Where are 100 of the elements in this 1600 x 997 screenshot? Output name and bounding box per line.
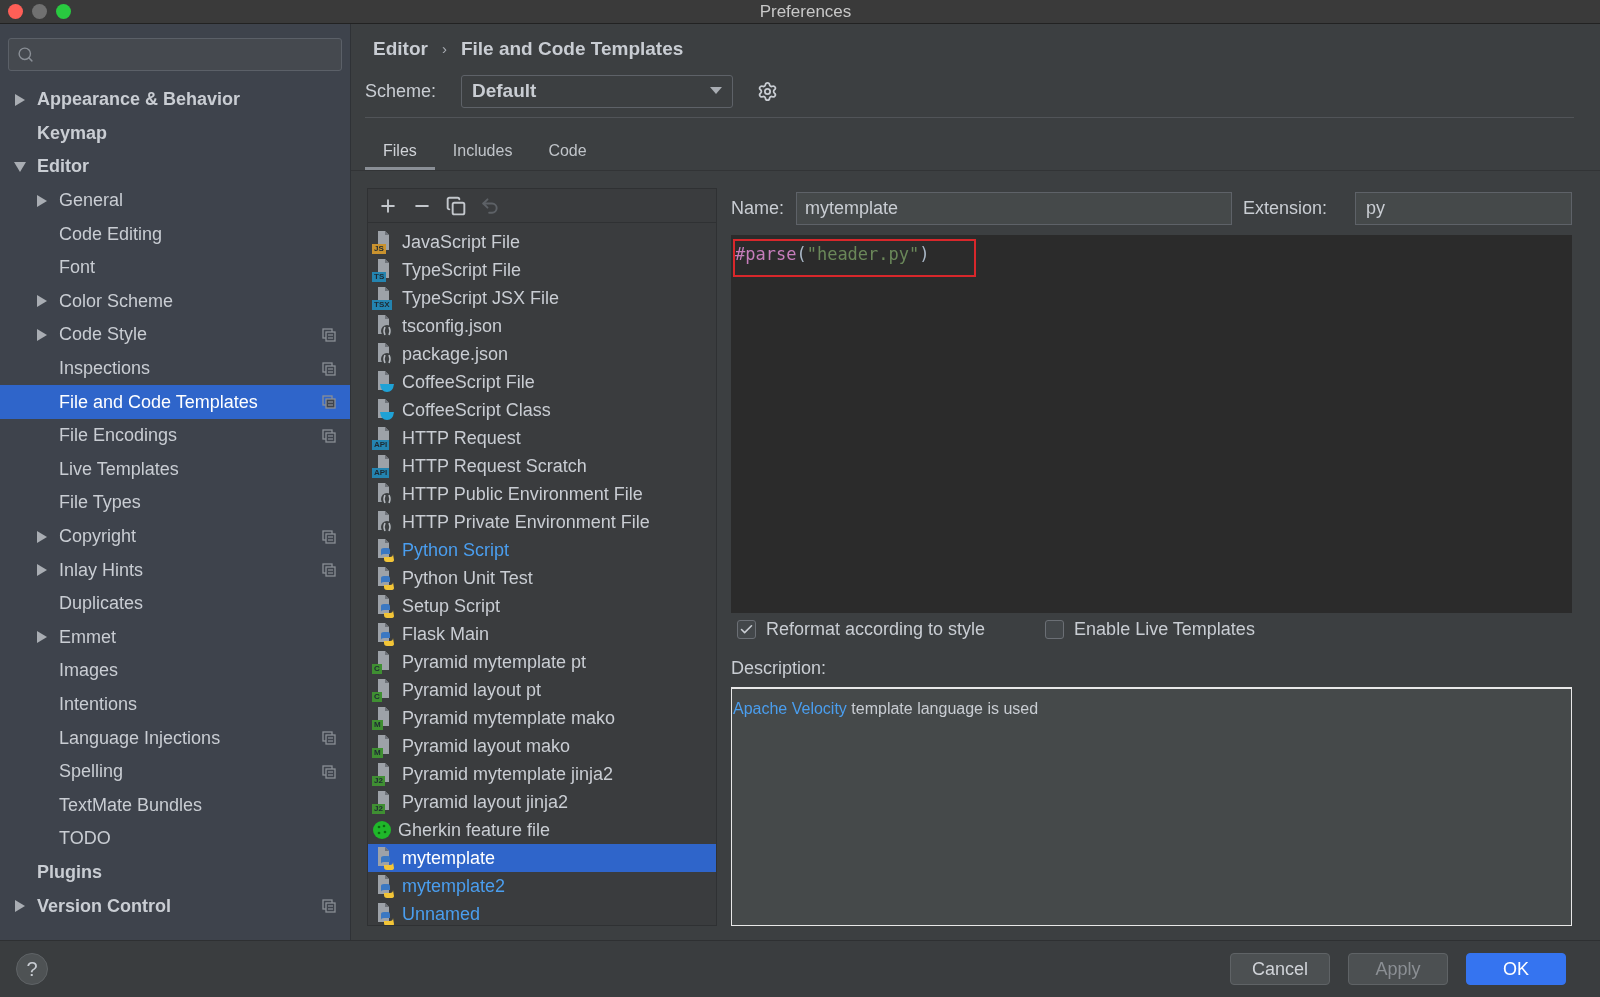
collapsed-arrow-icon[interactable] bbox=[36, 328, 48, 341]
template-item[interactable]: Flask Main bbox=[368, 620, 716, 648]
tree-item[interactable]: General bbox=[0, 183, 350, 218]
template-item[interactable]: package.json bbox=[368, 340, 716, 368]
template-item[interactable]: tsconfig.json bbox=[368, 312, 716, 340]
template-item[interactable]: TS TypeScript File bbox=[368, 256, 716, 284]
breadcrumb-item: Editor bbox=[373, 36, 428, 61]
tab[interactable]: Code bbox=[530, 135, 605, 170]
tree-item[interactable]: Color Scheme bbox=[0, 284, 350, 319]
template-item[interactable]: J2 Pyramid mytemplate jinja2 bbox=[368, 760, 716, 788]
template-item[interactable]: JS JavaScript File bbox=[368, 228, 716, 256]
minimize-window-button[interactable] bbox=[32, 4, 47, 19]
tree-item[interactable]: Plugins bbox=[0, 855, 350, 890]
extension-field[interactable]: py bbox=[1355, 191, 1572, 225]
tree-item[interactable]: Duplicates bbox=[0, 586, 350, 621]
copy-icon bbox=[322, 731, 336, 746]
template-item[interactable]: C Pyramid mytemplate pt bbox=[368, 648, 716, 676]
checkbox-option[interactable]: Enable Live Templates bbox=[1045, 615, 1255, 643]
template-item[interactable]: M Pyramid mytemplate mako bbox=[368, 704, 716, 732]
tree-item-label: Color Scheme bbox=[59, 289, 174, 313]
zoom-window-button[interactable] bbox=[56, 4, 71, 19]
template-item[interactable]: TSX TypeScript JSX File bbox=[368, 284, 716, 312]
search-icon bbox=[17, 46, 34, 63]
file-type-badge: C bbox=[372, 692, 382, 702]
template-item[interactable]: API HTTP Request Scratch bbox=[368, 452, 716, 480]
tree-item[interactable]: Keymap bbox=[0, 116, 350, 151]
tree-item[interactable]: Images bbox=[0, 654, 350, 688]
copy-icon bbox=[322, 529, 336, 544]
search-field[interactable] bbox=[8, 38, 342, 71]
collapsed-arrow-icon[interactable] bbox=[36, 631, 48, 644]
tree-item[interactable]: Inspections bbox=[0, 351, 350, 386]
tree-item-label: General bbox=[59, 189, 124, 213]
velocity-link[interactable]: Apache Velocity bbox=[733, 700, 847, 717]
tree-item-label: Code Editing bbox=[59, 222, 163, 246]
file-icon bbox=[378, 651, 389, 670]
collapsed-arrow-icon[interactable] bbox=[14, 93, 26, 106]
window-title: Preferences bbox=[759, 0, 852, 23]
collapsed-arrow-icon[interactable] bbox=[36, 530, 48, 543]
close-window-button[interactable] bbox=[8, 4, 23, 19]
tree-item-label: Editor bbox=[37, 155, 89, 179]
template-item[interactable]: CoffeeScript Class bbox=[368, 396, 716, 424]
collapsed-arrow-icon[interactable] bbox=[36, 295, 48, 308]
scheme-dropdown[interactable]: Default bbox=[461, 74, 733, 108]
template-item[interactable]: C Pyramid layout pt bbox=[368, 676, 716, 704]
tree-item[interactable]: Code Style bbox=[0, 318, 350, 352]
tree-item[interactable]: File Encodings bbox=[0, 418, 350, 453]
checkbox-option[interactable]: Reformat according to style bbox=[737, 615, 986, 643]
tab[interactable]: Includes bbox=[434, 135, 531, 170]
tree-item-label: File Types bbox=[59, 491, 141, 515]
template-item[interactable]: Unnamed bbox=[368, 900, 716, 925]
tree-item-label: Inspections bbox=[59, 357, 151, 381]
template-item[interactable]: Python Script bbox=[368, 536, 716, 564]
checkbox[interactable] bbox=[737, 619, 756, 639]
tree-item[interactable]: TextMate Bundles bbox=[0, 788, 350, 823]
tree-item[interactable]: File and Code Templates bbox=[0, 385, 350, 419]
tab[interactable]: Files bbox=[365, 135, 435, 170]
template-item[interactable]: API HTTP Request bbox=[368, 424, 716, 452]
checkbox[interactable] bbox=[1045, 619, 1065, 639]
collapsed-arrow-icon[interactable] bbox=[14, 900, 26, 913]
tree-item-label: Inlay Hints bbox=[59, 558, 144, 582]
template-item[interactable]: CoffeeScript File bbox=[368, 368, 716, 396]
tree-item[interactable]: Editor bbox=[0, 150, 350, 184]
help-button[interactable]: ? bbox=[16, 953, 48, 985]
collapsed-arrow-icon[interactable] bbox=[36, 194, 48, 207]
tree-item[interactable]: Language Injections bbox=[0, 721, 350, 755]
name-field[interactable]: mytemplate bbox=[796, 191, 1232, 225]
tree-item[interactable]: Code Editing bbox=[0, 217, 350, 251]
tree-item[interactable]: TODO bbox=[0, 822, 350, 856]
settings-icon[interactable] bbox=[757, 80, 778, 102]
tree-item[interactable]: Intentions bbox=[0, 687, 350, 722]
expanded-arrow-icon[interactable] bbox=[14, 161, 26, 173]
template-item[interactable]: mytemplate bbox=[368, 844, 716, 872]
dialog-button[interactable]: Cancel bbox=[1230, 953, 1330, 985]
tree-item[interactable]: File Types bbox=[0, 486, 350, 520]
copy-icon[interactable] bbox=[446, 195, 466, 216]
file-icon bbox=[378, 735, 389, 754]
tree-item[interactable]: Version Control bbox=[0, 889, 350, 923]
template-item[interactable]: HTTP Private Environment File bbox=[368, 508, 716, 536]
tree-item[interactable]: Spelling bbox=[0, 754, 350, 789]
template-item[interactable]: mytemplate2 bbox=[368, 872, 716, 900]
template-item[interactable]: Setup Script bbox=[368, 592, 716, 620]
file-icon bbox=[378, 679, 389, 698]
dialog-button[interactable]: OK bbox=[1466, 953, 1566, 985]
file-type-badge: JS bbox=[372, 244, 386, 254]
collapsed-arrow-icon[interactable] bbox=[36, 564, 48, 577]
dropdown-caret-icon bbox=[710, 87, 722, 95]
template-item[interactable]: M Pyramid layout mako bbox=[368, 732, 716, 760]
tree-item-label: Copyright bbox=[59, 525, 137, 548]
code-editor[interactable]: #parse("header.py") bbox=[731, 235, 1572, 613]
template-item[interactable]: J2 Pyramid layout jinja2 bbox=[368, 788, 716, 816]
tree-item[interactable]: Live Templates bbox=[0, 452, 350, 487]
tree-item[interactable]: Font bbox=[0, 250, 350, 285]
tree-item[interactable]: Emmet bbox=[0, 620, 350, 655]
tree-item[interactable]: Inlay Hints bbox=[0, 553, 350, 587]
template-item[interactable]: HTTP Public Environment File bbox=[368, 480, 716, 508]
tree-item[interactable]: Appearance & Behavior bbox=[0, 83, 350, 117]
template-item[interactable]: Gherkin feature file bbox=[368, 816, 716, 844]
tree-item-label: TextMate Bundles bbox=[59, 793, 203, 817]
template-item[interactable]: Python Unit Test bbox=[368, 564, 716, 592]
tree-item[interactable]: Copyright bbox=[0, 519, 350, 554]
